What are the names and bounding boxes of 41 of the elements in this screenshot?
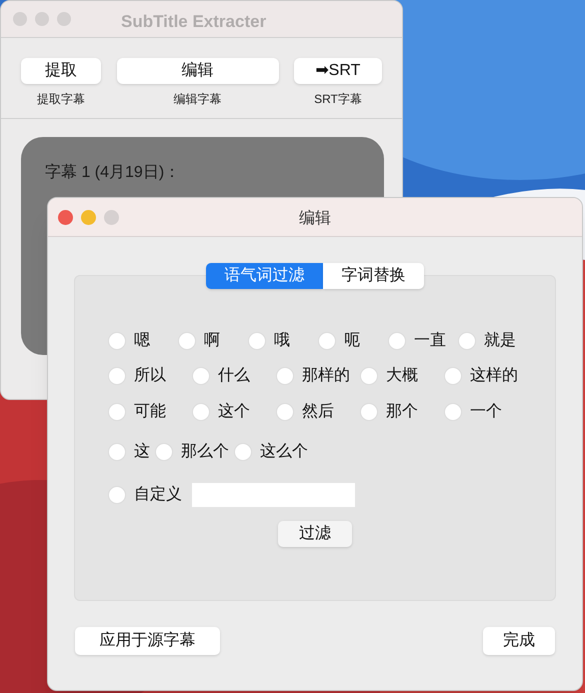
- option-label: 这个: [218, 402, 250, 422]
- option-label: 可能: [134, 402, 166, 422]
- option-label: 自定义: [134, 484, 182, 505]
- option-label: 然后: [302, 402, 334, 422]
- button-caption: 编辑字幕: [174, 91, 222, 108]
- window-title: SubTitle Extracter: [121, 11, 266, 33]
- option-label: 那么个: [181, 442, 229, 462]
- dialog-title: 编辑: [299, 208, 331, 229]
- tab[interactable]: 字词替换: [323, 263, 424, 289]
- toolbar-button[interactable]: 提取: [21, 58, 101, 84]
- option-label: 什么: [218, 366, 250, 386]
- toolbar-button[interactable]: ➡SRT: [294, 58, 382, 84]
- subtitle-heading: 字幕 1 (4月19日)：: [45, 164, 180, 181]
- option-label: 那个: [386, 402, 418, 422]
- tab[interactable]: 语气词过滤: [206, 263, 323, 289]
- input-field[interactable]: [192, 483, 355, 507]
- option-label: 啊: [204, 330, 220, 350]
- done-button[interactable]: 完成: [483, 627, 555, 655]
- option-label: 这: [134, 442, 150, 462]
- option-label: 一直: [414, 330, 446, 350]
- option-label: 一个: [470, 402, 502, 422]
- option-label: 就是: [484, 330, 516, 350]
- option-label: 这么个: [260, 442, 308, 462]
- option-label: 呃: [344, 330, 360, 350]
- option-label: 嗯: [134, 330, 150, 350]
- option-label: 哦: [274, 330, 290, 350]
- option-label: 所以: [134, 366, 166, 386]
- option-label: 那样的: [302, 366, 350, 386]
- button-caption: 提取字幕: [37, 91, 85, 108]
- window-button[interactable]: [57, 12, 71, 26]
- button-caption: SRT字幕: [314, 91, 362, 108]
- option-label: 大概: [386, 366, 418, 386]
- window-button[interactable]: [13, 12, 27, 26]
- window-button[interactable]: [35, 12, 49, 26]
- close-button[interactable]: [58, 210, 73, 224]
- minimize-button[interactable]: [81, 210, 96, 224]
- toolbar-button[interactable]: 编辑: [116, 58, 278, 84]
- option-label: 这样的: [470, 366, 518, 386]
- apply-button[interactable]: 应用于源字幕: [75, 627, 220, 655]
- filter-button[interactable]: 过滤: [278, 521, 352, 547]
- zoom-button[interactable]: [104, 210, 119, 224]
